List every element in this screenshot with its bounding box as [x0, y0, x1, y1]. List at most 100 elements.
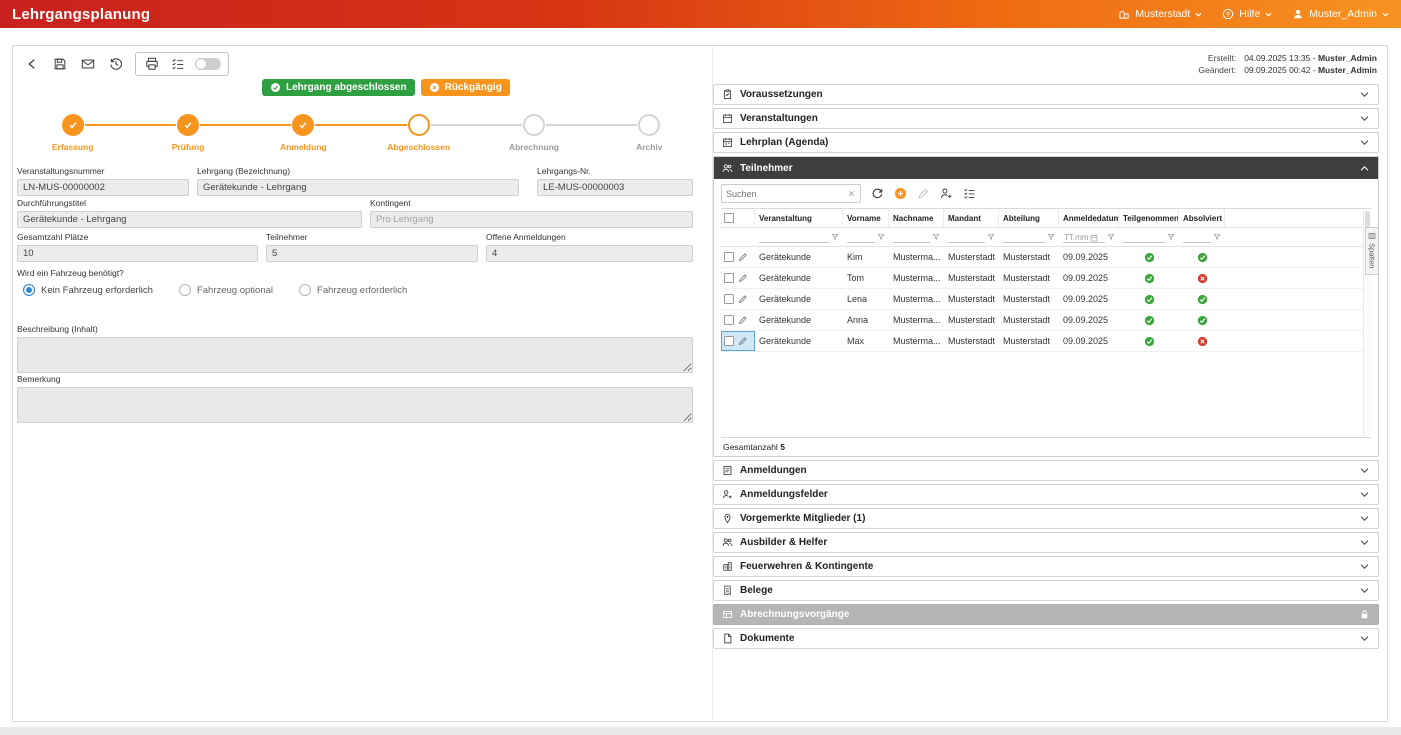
filter-funnel-icon[interactable] — [831, 233, 839, 241]
filter-input[interactable] — [759, 231, 829, 243]
accordion-vorgemerkte-mitglieder-1[interactable]: Vorgemerkte Mitglieder (1) — [713, 508, 1379, 529]
participant-row[interactable]: GerätekundeKimMusterma...MusterstadtMust… — [721, 247, 1371, 268]
column-header-veranstaltung[interactable]: Veranstaltung — [755, 209, 843, 227]
filter-funnel-icon[interactable] — [932, 233, 940, 241]
accordion-anmeldungen[interactable]: Anmeldungen — [713, 460, 1379, 481]
edit-participant-icon[interactable] — [917, 187, 930, 200]
filter-input[interactable] — [847, 231, 875, 243]
course-completed-button[interactable]: Lehrgang abgeschlossen — [262, 79, 415, 96]
filter-anmeldedatum[interactable]: TT.mm — [1059, 228, 1119, 246]
row-edit-icon[interactable] — [738, 252, 748, 262]
filter-teilgenommen[interactable] — [1119, 228, 1179, 246]
filter-absolviert[interactable] — [1179, 228, 1225, 246]
filter-vorname[interactable] — [843, 228, 889, 246]
nav-item-hilfe[interactable]: ?Hilfe — [1222, 8, 1272, 20]
accordion-lehrplan-agenda[interactable]: Lehrplan (Agenda) — [713, 132, 1379, 153]
filter-input[interactable] — [1183, 231, 1211, 243]
column-header-nachname[interactable]: Nachname — [889, 209, 944, 227]
participant-row[interactable]: GerätekundeLenaMusterma...MusterstadtMus… — [721, 289, 1371, 310]
row-edit-icon[interactable] — [738, 294, 748, 304]
filter-abteilung[interactable] — [999, 228, 1059, 246]
row-checkbox[interactable] — [724, 294, 734, 304]
accordion-dokumente[interactable]: Dokumente — [713, 628, 1379, 649]
accordion-anmeldungsfelder[interactable]: Anmeldungsfelder — [713, 484, 1379, 505]
add-participant-icon[interactable] — [894, 187, 907, 200]
undo-button[interactable]: Rückgängig — [421, 79, 510, 96]
row-select-cell[interactable] — [721, 289, 755, 309]
teilnehmer-input[interactable] — [266, 245, 478, 262]
row-checkbox[interactable] — [724, 315, 734, 325]
accordion-abrechnungsvorgänge[interactable]: Abrechnungsvorgänge — [713, 604, 1379, 625]
filter-input[interactable] — [948, 231, 985, 243]
participants-panel-header[interactable]: Teilnehmer — [714, 157, 1378, 179]
person-add-icon[interactable] — [940, 187, 953, 200]
filter-funnel-icon[interactable] — [877, 233, 885, 241]
bemerkung-textarea[interactable] — [17, 387, 693, 423]
lehrgangs-nr-input[interactable] — [537, 179, 693, 196]
step-erfassung[interactable]: Erfassung — [15, 114, 130, 152]
row-checkbox[interactable] — [724, 336, 734, 346]
select-all-checkbox[interactable] — [724, 213, 734, 223]
kontingent-input[interactable] — [370, 211, 693, 228]
participants-search[interactable] — [721, 184, 861, 203]
calendar-icon[interactable] — [1090, 234, 1098, 242]
radio-fahrzeug-optional[interactable]: Fahrzeug optional — [179, 284, 273, 296]
filter-funnel-icon[interactable] — [1107, 233, 1115, 241]
filter-input[interactable] — [1003, 231, 1045, 243]
search-input[interactable] — [726, 189, 847, 199]
row-edit-icon[interactable] — [738, 273, 748, 283]
row-select-cell[interactable] — [721, 247, 755, 267]
clear-search-icon[interactable] — [847, 189, 856, 198]
accordion-belege[interactable]: Belege — [713, 580, 1379, 601]
column-header-anmeldedatum[interactable]: Anmeldedatum — [1059, 209, 1119, 227]
participant-row[interactable]: GerätekundeAnnaMusterma...MusterstadtMus… — [721, 310, 1371, 331]
refresh-icon[interactable] — [871, 187, 884, 200]
veranstaltungsnummer-input[interactable] — [17, 179, 189, 196]
filter-mandant[interactable] — [944, 228, 999, 246]
radio-kein-fahrzeug-erforderlich[interactable]: Kein Fahrzeug erforderlich — [23, 284, 153, 296]
accordion-ausbilder-helfer[interactable]: Ausbilder & Helfer — [713, 532, 1379, 553]
radio-fahrzeug-erforderlich[interactable]: Fahrzeug erforderlich — [299, 284, 407, 296]
filter-funnel-icon[interactable] — [1167, 233, 1175, 241]
beschreibung-textarea[interactable] — [17, 337, 693, 373]
nav-item-muster-admin[interactable]: Muster_Admin — [1292, 8, 1389, 20]
filter-input[interactable] — [893, 231, 930, 243]
participant-row[interactable]: GerätekundeMaxMusterma...MusterstadtMust… — [721, 331, 1371, 352]
row-edit-icon[interactable] — [738, 336, 748, 346]
filter-veranstaltung[interactable] — [755, 228, 843, 246]
cell-absolviert-status — [1179, 247, 1225, 267]
accordion-voraussetzungen[interactable]: Voraussetzungen — [713, 84, 1379, 105]
column-header-absolviert[interactable]: Absolviert — [1179, 209, 1225, 227]
filter-funnel-icon[interactable] — [1047, 233, 1055, 241]
column-header-mandant[interactable]: Mandant — [944, 209, 999, 227]
lehrgang-input[interactable] — [197, 179, 519, 196]
step-anmeldung[interactable]: Anmeldung — [246, 114, 361, 152]
filter-input[interactable] — [1123, 231, 1165, 243]
accordion-veranstaltungen[interactable]: Veranstaltungen — [713, 108, 1379, 129]
column-header-teilgenommen[interactable]: Teilgenommen — [1119, 209, 1179, 227]
column-header-abteilung[interactable]: Abteilung — [999, 209, 1059, 227]
step-prüfung[interactable]: Prüfung — [130, 114, 245, 152]
durchfuehrungstitel-input[interactable] — [17, 211, 362, 228]
nav-item-musterstadt[interactable]: Musterstadt — [1118, 8, 1202, 20]
gesamtzahl-plaetze-input[interactable] — [17, 245, 258, 262]
columns-side-tab[interactable]: Spalten — [1365, 227, 1379, 275]
step-abgeschlossen[interactable]: Abgeschlossen — [361, 114, 476, 152]
column-header-vorname[interactable]: Vorname — [843, 209, 889, 227]
row-checkbox[interactable] — [724, 252, 734, 262]
filter-funnel-icon[interactable] — [987, 233, 995, 241]
row-checkbox[interactable] — [724, 273, 734, 283]
accordion-feuerwehren-kontingente[interactable]: Feuerwehren & Kontingente — [713, 556, 1379, 577]
offene-anmeldungen-input[interactable] — [486, 245, 693, 262]
row-select-cell[interactable] — [721, 268, 755, 288]
filter-nachname[interactable] — [889, 228, 944, 246]
select-all-cell[interactable] — [721, 209, 755, 227]
row-select-cell[interactable] — [721, 310, 755, 330]
participant-row[interactable]: GerätekundeTomMusterma...MusterstadtMust… — [721, 268, 1371, 289]
filter-funnel-icon[interactable] — [1213, 233, 1221, 241]
row-select-cell[interactable] — [721, 331, 755, 351]
step-abrechnung[interactable]: Abrechnung — [476, 114, 591, 152]
list-options-icon[interactable] — [963, 187, 976, 200]
row-edit-icon[interactable] — [738, 315, 748, 325]
step-archiv[interactable]: Archiv — [592, 114, 707, 152]
